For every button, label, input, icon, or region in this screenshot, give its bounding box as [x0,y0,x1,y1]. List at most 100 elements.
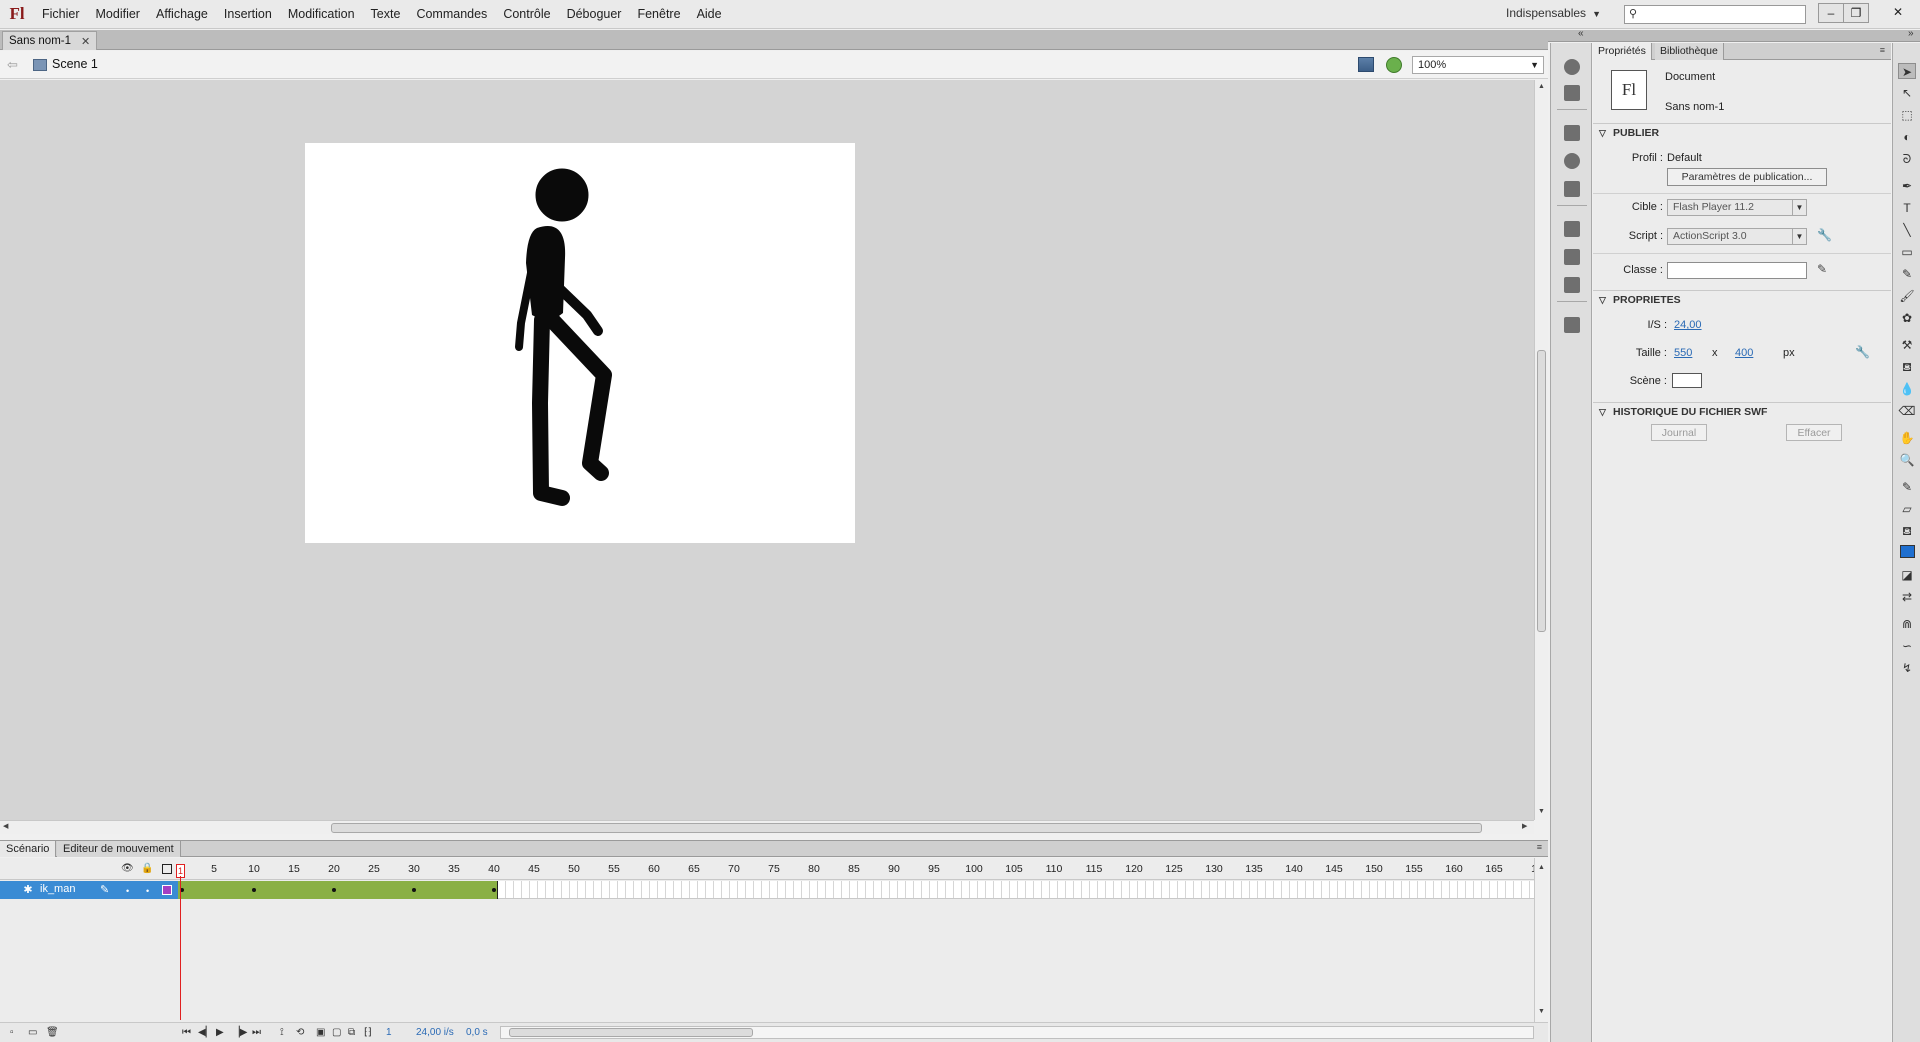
deco-tool-icon[interactable]: ✿ [1898,310,1916,326]
black-white-icon[interactable]: ◪ [1898,567,1916,583]
eyedropper-tool-icon[interactable]: 💧 [1898,381,1916,397]
class-input[interactable] [1667,262,1807,279]
tab-library[interactable]: Bibliothèque [1655,43,1724,60]
frame-ruler[interactable]: 5 10 15 20 25 30 35 40 45 50 55 60 65 70 75 80 85 90 95 100… [178,858,1537,880]
script-settings-wrench-icon[interactable]: 🔧 [1817,228,1832,242]
rectangle-tool-icon[interactable]: ▭ [1898,244,1916,260]
tab-properties[interactable]: Propriétés [1593,43,1652,60]
stick-figure[interactable] [305,143,855,543]
minimize-button[interactable]: – [1818,3,1844,23]
close-window-button[interactable]: ✕ [1880,3,1916,23]
center-frame-icon[interactable]: ⟟ [280,1027,284,1038]
line-tool-icon[interactable]: ╲ [1898,222,1916,238]
horizontal-scroll-thumb[interactable] [331,823,1482,833]
menu-aide[interactable]: Aide [689,0,730,29]
info-panel-icon[interactable] [1564,153,1580,169]
hand-tool-icon[interactable]: ✋ [1898,430,1916,446]
selection-tool-icon[interactable]: ➤ [1898,63,1916,79]
publish-settings-button[interactable]: Paramètres de publication... [1667,168,1827,186]
lasso-tool-icon[interactable]: ᘐ [1898,151,1916,167]
swatches-panel-icon[interactable] [1564,85,1580,101]
edit-scene-icon[interactable] [1358,57,1374,72]
first-frame-icon[interactable]: ⏮ [182,1027,191,1038]
stroke-color-icon[interactable]: ✎ [1898,479,1916,495]
restore-button[interactable]: ❐ [1843,3,1869,23]
scenes-panel-icon[interactable] [1564,317,1580,333]
menu-commandes[interactable]: Commandes [408,0,495,29]
outline-icon[interactable] [162,864,172,874]
menu-modifier[interactable]: Modifier [88,0,148,29]
subselection-tool-icon[interactable]: ↖ [1898,85,1916,101]
tab-scenario[interactable]: Scénario [0,841,57,857]
collapse-icon[interactable]: « [1578,28,1584,39]
eye-icon[interactable]: 👁 [121,863,134,874]
search-input[interactable] [1643,6,1793,23]
section-publish[interactable]: ▽ PUBLIER [1593,123,1891,141]
current-frame[interactable]: 1 [386,1027,392,1038]
visibility-dot[interactable]: • [126,886,129,896]
panel-menu-icon[interactable]: ≡ [1880,45,1885,55]
vertical-scroll-thumb[interactable] [1537,350,1546,632]
zoom-select[interactable]: 100% ▼ [1412,56,1544,74]
onion-outline-icon[interactable]: ▢ [332,1027,341,1038]
free-transform-tool-icon[interactable]: ⬚ [1898,107,1916,123]
stage-vertical-scrollbar[interactable]: ▲ ▼ [1534,80,1548,820]
frame-grid[interactable] [178,881,1534,899]
back-arrow-icon[interactable]: ⇦ [7,57,18,73]
pose-keyframe[interactable] [412,888,416,892]
menu-fichier[interactable]: Fichier [34,0,88,29]
loop-icon[interactable]: ⟲ [296,1027,304,1038]
menu-modification[interactable]: Modification [280,0,363,29]
menu-texte[interactable]: Texte [363,0,409,29]
timeline-scroll-thumb[interactable] [509,1028,753,1037]
3d-rotation-tool-icon[interactable]: ◐ [1898,129,1916,145]
fill-bucket-icon[interactable]: ⛾ [1898,523,1916,539]
stage-color-swatch[interactable] [1672,373,1702,388]
search-field[interactable]: ⚲ [1624,5,1806,24]
document-settings-wrench-icon[interactable]: 🔧 [1855,345,1870,359]
onion-skin-icon[interactable]: ▣ [316,1027,325,1038]
menu-controle[interactable]: Contrôle [495,0,558,29]
eraser-tool-icon[interactable]: ⌫ [1898,403,1916,419]
scroll-left-icon[interactable]: ◀ [3,822,8,830]
stage-width[interactable]: 550 [1674,347,1692,359]
edit-multiple-frames-icon[interactable]: ⧉ [348,1027,355,1038]
pen-tool-icon[interactable]: ✒ [1898,178,1916,194]
panel-menu-icon[interactable]: ≡ [1537,842,1542,852]
layer-name[interactable]: ik_man [40,883,75,895]
document-tab[interactable]: Sans nom-1 ✕ [2,31,98,50]
straighten-icon[interactable]: ↯ [1898,660,1916,676]
lock-dot[interactable]: • [146,886,149,896]
pose-keyframe[interactable] [332,888,336,892]
section-properties[interactable]: ▽ PROPRIETES [1593,290,1891,308]
bone-tool-icon[interactable]: ⚒ [1898,337,1916,353]
brush-tool-icon[interactable]: 🖌 [1898,288,1916,304]
stage-height[interactable]: 400 [1735,347,1753,359]
clear-button[interactable]: Effacer [1786,424,1842,441]
play-icon[interactable]: ▶ [216,1027,224,1038]
expand-icon[interactable]: » [1908,28,1914,39]
text-tool-icon[interactable]: T [1898,200,1916,216]
pose-tween-span[interactable] [178,881,498,899]
scroll-down-icon[interactable]: ▼ [1538,1008,1545,1015]
script-select[interactable]: ActionScript 3.0 ▼ [1667,228,1807,245]
color-panel-icon[interactable] [1564,59,1580,75]
scene-breadcrumb[interactable]: Scene 1 [52,57,98,71]
align-panel-icon[interactable] [1564,125,1580,141]
smooth-icon[interactable]: ∽ [1898,638,1916,654]
menu-fenetre[interactable]: Fenêtre [629,0,688,29]
snap-to-objects-icon[interactable]: ⋒ [1898,616,1916,632]
pencil-tool-icon[interactable]: ✎ [1898,266,1916,282]
timeline-vertical-scrollbar[interactable]: ▲ ▼ [1534,858,1548,1022]
delete-layer-icon[interactable]: 🗑 [46,1027,59,1038]
transform-panel-icon[interactable] [1564,181,1580,197]
fill-color-swatch[interactable] [1900,545,1915,558]
no-color-icon[interactable]: ▱ [1898,501,1916,517]
target-select[interactable]: Flash Player 11.2 ▼ [1667,199,1807,216]
step-forward-icon[interactable]: ▕▶ [232,1027,247,1038]
new-folder-icon[interactable]: ▭ [28,1027,37,1038]
lock-icon[interactable]: 🔒 [141,863,153,874]
scroll-up-icon[interactable]: ▲ [1538,83,1545,90]
fps-value[interactable]: 24,00 [1674,319,1702,331]
new-layer-icon[interactable]: ▫ [10,1027,14,1038]
